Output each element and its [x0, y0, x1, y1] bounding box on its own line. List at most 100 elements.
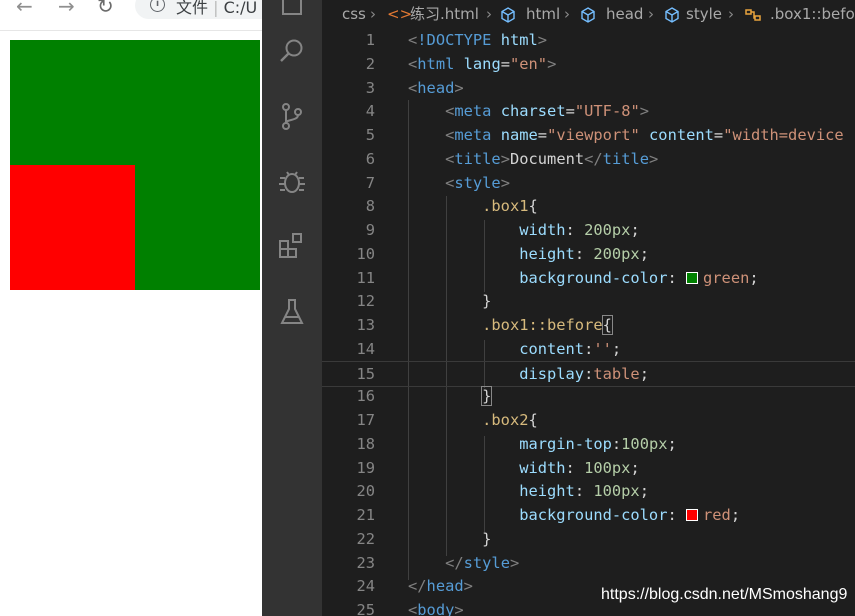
code-token: .box1::before — [482, 316, 603, 334]
code-token: ; — [639, 482, 649, 501]
breadcrumb-separator: › — [648, 5, 654, 23]
code-token: : — [584, 339, 594, 358]
activity-bar — [262, 0, 322, 616]
breadcrumb-item-rule[interactable]: .box1::befor — [770, 0, 855, 28]
reload-icon[interactable]: ↻ — [97, 0, 114, 18]
code-line[interactable]: 3 <head> — [322, 76, 855, 100]
code-token: style — [454, 173, 501, 192]
search-icon[interactable] — [277, 36, 307, 66]
code-line[interactable]: 4 <meta charset="UTF-8"> — [322, 99, 855, 123]
code-token: = — [565, 102, 575, 121]
code-text: </head> — [408, 574, 473, 598]
code-token: height — [519, 482, 575, 501]
code-line[interactable]: 20 height: 100px; — [322, 479, 855, 503]
code-text: <meta charset="UTF-8"> — [408, 99, 649, 123]
matched-brace: } — [481, 386, 493, 407]
code-token: "viewport" — [547, 126, 640, 144]
line-number: 19 — [356, 458, 375, 477]
code-token: ; — [630, 221, 640, 239]
debug-icon[interactable] — [277, 166, 307, 196]
code-line[interactable]: 12 } — [322, 289, 855, 313]
code-token: < — [445, 173, 455, 192]
code-line[interactable]: 9 width: 200px; — [322, 218, 855, 242]
code-token: background-color — [519, 268, 668, 287]
line-number: 17 — [356, 411, 375, 429]
code-text: width: 200px; — [408, 218, 640, 242]
code-line[interactable]: 16 } — [322, 384, 855, 408]
code-token: > — [454, 601, 464, 616]
code-line[interactable]: 23 </style> — [322, 551, 855, 575]
code-token: meta — [454, 126, 492, 144]
line-number: 18 — [356, 434, 375, 453]
code-token: Document — [509, 149, 585, 168]
explorer-icon[interactable] — [277, 0, 307, 18]
code-token: meta — [454, 102, 492, 121]
code-line[interactable]: 10 height: 200px; — [322, 242, 855, 266]
code-token: ; — [630, 458, 640, 477]
code-editor[interactable]: css › <> 练习.html › html › head › style ›… — [322, 0, 855, 616]
code-line[interactable]: 22 } — [322, 527, 855, 551]
code-token: { — [528, 197, 538, 216]
testing-icon[interactable] — [277, 297, 307, 327]
code-line[interactable]: 2 <html lang="en"> — [322, 52, 855, 76]
breadcrumb-item-css[interactable]: css — [342, 0, 366, 28]
code-line[interactable]: 1 <!DOCTYPE html> — [322, 28, 855, 52]
code-line[interactable]: 17 .box2{ — [322, 408, 855, 432]
code-text: <!DOCTYPE html> — [408, 28, 547, 52]
code-line[interactable]: 7 <style> — [322, 171, 855, 195]
breadcrumb-separator: › — [486, 5, 492, 23]
code-line[interactable]: 18 margin-top:100px; — [322, 432, 855, 456]
code-text: } — [408, 527, 491, 551]
code-token: !DOCTYPE — [417, 31, 501, 49]
code-line[interactable]: 5 <meta name="viewport" content="width=d… — [322, 123, 855, 147]
code-text: height: 200px; — [408, 242, 649, 266]
breadcrumb-item-head[interactable]: head — [606, 0, 643, 28]
code-line[interactable]: 11 background-color: green; — [322, 266, 855, 290]
breadcrumb-item-html[interactable]: html — [526, 0, 560, 28]
code-line[interactable]: 21 background-color: red; — [322, 503, 855, 527]
code-text: width: 100px; — [408, 456, 640, 480]
back-arrow-icon[interactable]: ← — [16, 0, 33, 18]
line-number: 11 — [356, 268, 375, 287]
code-token: style — [463, 553, 510, 572]
code-token: red — [703, 506, 731, 524]
code-area[interactable]: 1 <!DOCTYPE html> 2 <html lang="en"> 3 <head>… — [322, 28, 855, 616]
code-token: < — [408, 78, 418, 97]
code-token: : — [574, 482, 594, 501]
code-text: display:table; — [408, 362, 649, 386]
code-token: head — [426, 577, 464, 596]
code-token: display — [519, 364, 585, 383]
forward-arrow-icon[interactable]: → — [58, 0, 75, 18]
code-token: < — [408, 54, 418, 73]
breadcrumb-item-style[interactable]: style — [686, 0, 722, 28]
color-swatch[interactable] — [686, 509, 699, 521]
code-token: "en" — [510, 54, 548, 73]
code-token: 100px — [621, 434, 668, 453]
code-token: : — [565, 221, 585, 239]
code-line[interactable]: 13 .box1::before{ — [322, 313, 855, 337]
code-token: </ — [445, 553, 464, 572]
color-swatch[interactable] — [686, 271, 699, 284]
code-token: } — [482, 529, 492, 548]
code-line[interactable]: 8 .box1{ — [322, 194, 855, 218]
source-control-icon[interactable] — [277, 101, 307, 131]
code-token: ; — [639, 364, 649, 383]
line-number: 8 — [365, 197, 375, 216]
code-text: <meta name="viewport" content="width=dev… — [408, 123, 844, 147]
code-line[interactable]: 15 display:table; — [322, 360, 855, 387]
code-line[interactable]: 14 content:''; — [322, 337, 855, 361]
browser-window: ← → ↻ i 文件 | C:/U — [0, 0, 262, 616]
code-line[interactable]: 6 <title>Document</title> — [322, 147, 855, 171]
extensions-icon[interactable] — [277, 231, 307, 261]
code-token: width — [519, 458, 566, 477]
breadcrumb-item-file[interactable]: 练习.html — [410, 0, 479, 28]
code-token: table — [593, 364, 640, 383]
code-line[interactable]: 19 width: 100px; — [322, 456, 855, 480]
css-rule-icon — [744, 0, 762, 28]
